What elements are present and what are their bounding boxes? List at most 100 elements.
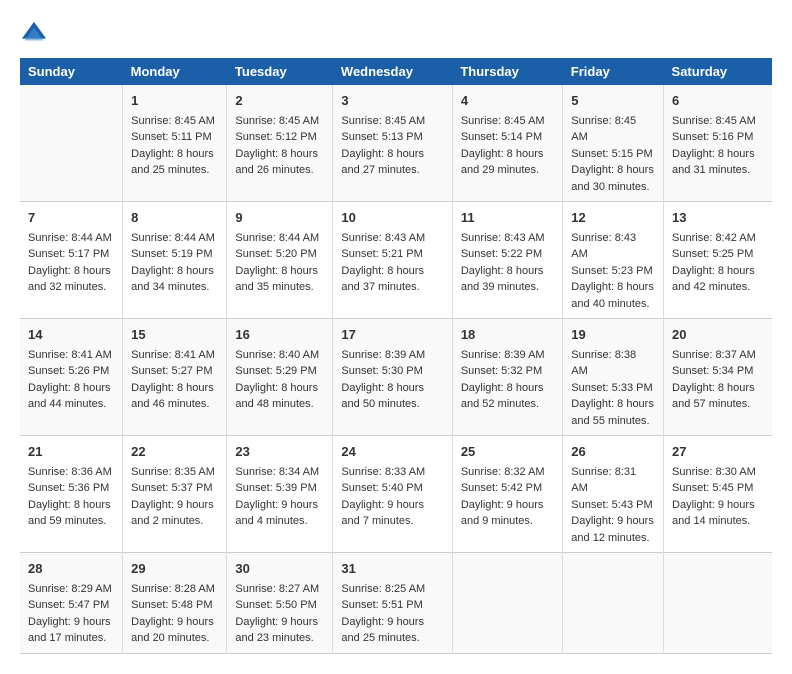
day-number: 23	[235, 442, 324, 462]
col-header-thursday: Thursday	[452, 58, 562, 85]
daylight-hours: Daylight: 9 hours and 4 minutes.	[235, 499, 318, 528]
sunset-time: Sunset: 5:34 PM	[672, 365, 753, 377]
daylight-hours: Daylight: 8 hours and 52 minutes.	[461, 382, 544, 411]
calendar-cell: 5Sunrise: 8:45 AMSunset: 5:15 PMDaylight…	[563, 85, 664, 202]
daylight-hours: Daylight: 8 hours and 35 minutes.	[235, 265, 318, 294]
sunrise-time: Sunrise: 8:36 AM	[28, 466, 112, 478]
calendar-cell: 20 Sunrise: 8:37 AM Sunset: 5:34 PM Dayligh…	[664, 319, 772, 436]
sunrise-time: Sunrise: 8:41 AM	[131, 349, 215, 361]
sunrise-time: Sunrise: 8:43 AM	[341, 232, 425, 244]
sunrise-time: Sunrise: 8:27 AM	[235, 583, 319, 595]
daylight-hours: Daylight: 9 hours and 2 minutes.	[131, 499, 214, 528]
sunset-time: Sunset: 5:23 PM	[571, 265, 652, 277]
calendar-cell: 19Sunrise: 8:38 AMSunset: 5:33 PMDayligh…	[563, 319, 664, 436]
calendar-cell: 1Sunrise: 8:45 AMSunset: 5:11 PMDaylight…	[123, 85, 227, 202]
calendar-cell: 12Sunrise: 8:43 AMSunset: 5:23 PMDayligh…	[563, 202, 664, 319]
sunrise-time: Sunrise: 8:38 AM	[571, 349, 636, 378]
daylight-hours: Daylight: 8 hours and 44 minutes.	[28, 382, 111, 411]
day-number: 14	[28, 325, 114, 345]
calendar-cell: 11Sunrise: 8:43 AMSunset: 5:22 PMDayligh…	[452, 202, 562, 319]
sunrise-time: Sunrise: 8:37 AM	[672, 349, 756, 361]
sunrise-time: Sunrise: 8:43 AM	[461, 232, 545, 244]
sunrise-time: Sunrise: 8:28 AM	[131, 583, 215, 595]
logo	[20, 20, 52, 48]
sunrise-time: Sunrise: 8:45 AM	[341, 115, 425, 127]
sunset-time: Sunset: 5:11 PM	[131, 131, 212, 143]
daylight-hours: Daylight: 8 hours and 26 minutes.	[235, 148, 318, 177]
page-header	[20, 20, 772, 48]
calendar-cell	[563, 553, 664, 654]
sunrise-time: Sunrise: 8:44 AM	[131, 232, 215, 244]
calendar-cell: 4Sunrise: 8:45 AMSunset: 5:14 PMDaylight…	[452, 85, 562, 202]
calendar-week-2: 7Sunrise: 8:44 AMSunset: 5:17 PMDaylight…	[20, 202, 772, 319]
daylight-hours: Daylight: 8 hours and 32 minutes.	[28, 265, 111, 294]
calendar-cell: 16Sunrise: 8:40 AMSunset: 5:29 PMDayligh…	[227, 319, 333, 436]
calendar-cell: 2Sunrise: 8:45 AMSunset: 5:12 PMDaylight…	[227, 85, 333, 202]
daylight-hours: Daylight: 8 hours and 42 minutes.	[672, 265, 755, 294]
calendar-cell: 3Sunrise: 8:45 AMSunset: 5:13 PMDaylight…	[333, 85, 452, 202]
sunset-time: Sunset: 5:19 PM	[131, 248, 212, 260]
day-number: 12	[571, 208, 655, 228]
col-header-wednesday: Wednesday	[333, 58, 452, 85]
daylight-hours: Daylight: 8 hours and 30 minutes.	[571, 164, 654, 193]
sunset-time: Sunset: 5:32 PM	[461, 365, 542, 377]
day-number: 29	[131, 559, 218, 579]
sunset-time: Sunset: 5:15 PM	[571, 148, 652, 160]
calendar-cell: 8Sunrise: 8:44 AMSunset: 5:19 PMDaylight…	[123, 202, 227, 319]
day-number: 6	[672, 91, 764, 111]
day-number: 2	[235, 91, 324, 111]
day-number: 24	[341, 442, 443, 462]
daylight-hours: Daylight: 9 hours and 12 minutes.	[571, 515, 654, 544]
day-number: 1	[131, 91, 218, 111]
calendar-cell: 13Sunrise: 8:42 AMSunset: 5:25 PMDayligh…	[664, 202, 772, 319]
calendar-cell	[20, 85, 123, 202]
calendar-cell: 15 Sunrise: 8:41 AM Sunset: 5:27 PM Dayligh…	[123, 319, 227, 436]
sunrise-time: Sunrise: 8:45 AM	[571, 115, 636, 144]
sunset-time: Sunset: 5:12 PM	[235, 131, 316, 143]
sunrise-time: Sunrise: 8:33 AM	[341, 466, 425, 478]
sunset-time: Sunset: 5:47 PM	[28, 599, 109, 611]
day-number: 15	[131, 325, 218, 345]
sunset-time: Sunset: 5:42 PM	[461, 482, 542, 494]
sunset-time: Sunset: 5:37 PM	[131, 482, 212, 494]
sunrise-time: Sunrise: 8:34 AM	[235, 466, 319, 478]
sunset-time: Sunset: 5:39 PM	[235, 482, 316, 494]
calendar-cell: 26Sunrise: 8:31 AMSunset: 5:43 PMDayligh…	[563, 436, 664, 553]
day-number: 31	[341, 559, 443, 579]
sunrise-time: Sunrise: 8:42 AM	[672, 232, 756, 244]
sunset-time: Sunset: 5:43 PM	[571, 499, 652, 511]
day-number: 20	[672, 325, 764, 345]
calendar-cell: 21Sunrise: 8:36 AMSunset: 5:36 PMDayligh…	[20, 436, 123, 553]
sunset-time: Sunset: 5:26 PM	[28, 365, 109, 377]
sunrise-time: Sunrise: 8:44 AM	[28, 232, 112, 244]
col-header-sunday: Sunday	[20, 58, 123, 85]
sunrise-time: Sunrise: 8:35 AM	[131, 466, 215, 478]
sunset-time: Sunset: 5:25 PM	[672, 248, 753, 260]
sunset-time: Sunset: 5:30 PM	[341, 365, 422, 377]
day-number: 9	[235, 208, 324, 228]
daylight-hours: Daylight: 9 hours and 20 minutes.	[131, 616, 214, 645]
daylight-hours: Daylight: 9 hours and 14 minutes.	[672, 499, 755, 528]
calendar-cell: 9Sunrise: 8:44 AMSunset: 5:20 PMDaylight…	[227, 202, 333, 319]
calendar-cell: 28Sunrise: 8:29 AMSunset: 5:47 PMDayligh…	[20, 553, 123, 654]
calendar-cell: 14Sunrise: 8:41 AMSunset: 5:26 PMDayligh…	[20, 319, 123, 436]
calendar-cell	[664, 553, 772, 654]
calendar-cell: 17Sunrise: 8:39 AMSunset: 5:30 PMDayligh…	[333, 319, 452, 436]
daylight-hours: Daylight: 8 hours and 57 minutes.	[672, 382, 755, 411]
col-header-monday: Monday	[123, 58, 227, 85]
day-number: 17	[341, 325, 443, 345]
logo-icon	[20, 20, 48, 48]
calendar-cell	[452, 553, 562, 654]
day-number: 21	[28, 442, 114, 462]
daylight-hours: Daylight: 8 hours and 29 minutes.	[461, 148, 544, 177]
calendar-cell: 24Sunrise: 8:33 AMSunset: 5:40 PMDayligh…	[333, 436, 452, 553]
sunrise-time: Sunrise: 8:44 AM	[235, 232, 319, 244]
sunrise-time: Sunrise: 8:30 AM	[672, 466, 756, 478]
sunrise-time: Sunrise: 8:32 AM	[461, 466, 545, 478]
calendar-week-3: 14 Sunrise: 8:41 AM Sunset: 5:26 PM Dayligh…	[20, 319, 772, 436]
sunset-time: Sunset: 5:27 PM	[131, 365, 212, 377]
daylight-hours: Daylight: 8 hours and 59 minutes.	[28, 499, 111, 528]
daylight-hours: Daylight: 8 hours and 39 minutes.	[461, 265, 544, 294]
daylight-hours: Daylight: 8 hours and 46 minutes.	[131, 382, 214, 411]
calendar-cell: 30Sunrise: 8:27 AMSunset: 5:50 PMDayligh…	[227, 553, 333, 654]
